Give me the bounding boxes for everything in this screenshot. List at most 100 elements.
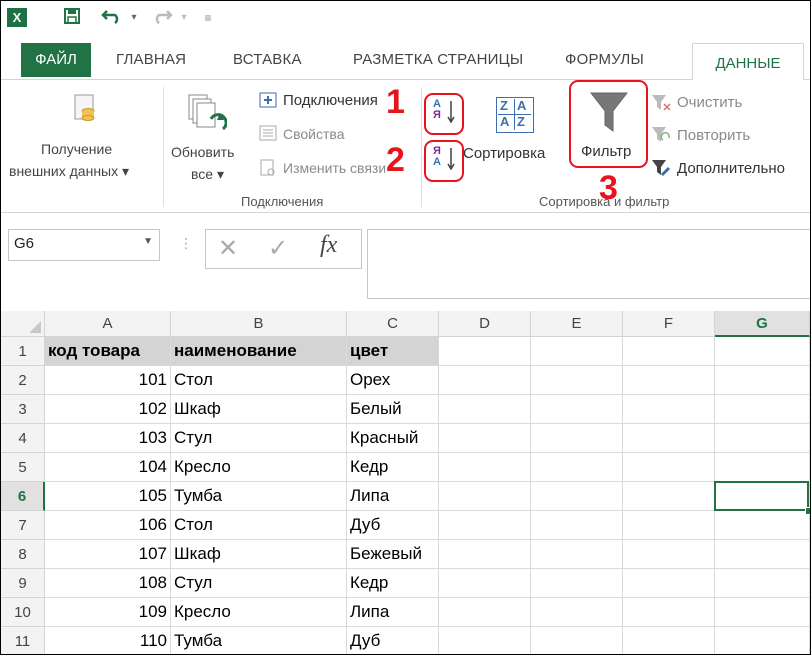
empty-cell[interactable]: [715, 424, 810, 453]
row-header-5[interactable]: 5: [1, 453, 45, 482]
formula-input[interactable]: [367, 229, 810, 299]
empty-cell[interactable]: [531, 569, 623, 598]
color-cell[interactable]: Красный: [347, 424, 439, 453]
properties-button[interactable]: Свойства: [283, 126, 344, 142]
tab-formulas[interactable]: ФОРМУЛЫ: [565, 51, 644, 68]
header-cell-name[interactable]: наименование: [171, 337, 347, 366]
name-box-dropdown-icon[interactable]: ▼: [143, 236, 153, 247]
empty-cell[interactable]: [439, 395, 531, 424]
color-cell[interactable]: Орех: [347, 366, 439, 395]
header-cell-color[interactable]: цвет: [347, 337, 439, 366]
edit-links-button[interactable]: Изменить связи: [283, 160, 385, 176]
empty-cell[interactable]: [623, 424, 715, 453]
insert-function-icon[interactable]: fx: [320, 232, 337, 259]
name-cell[interactable]: Стул: [171, 569, 347, 598]
filter-button[interactable]: Фильтр: [581, 143, 631, 160]
empty-cell[interactable]: [623, 511, 715, 540]
row-header-8[interactable]: 8: [1, 540, 45, 569]
reapply-filter-button[interactable]: Повторить: [677, 127, 750, 144]
empty-cell[interactable]: [531, 395, 623, 424]
save-icon[interactable]: [61, 7, 83, 29]
cell-f1[interactable]: [623, 337, 715, 366]
empty-cell[interactable]: [439, 569, 531, 598]
customize-qat-icon[interactable]: ≡: [197, 7, 219, 29]
refresh-all-label-2[interactable]: все ▾: [191, 166, 224, 183]
cell-e1[interactable]: [531, 337, 623, 366]
code-cell[interactable]: 104: [45, 453, 171, 482]
code-cell[interactable]: 106: [45, 511, 171, 540]
empty-cell[interactable]: [715, 511, 810, 540]
code-cell[interactable]: 107: [45, 540, 171, 569]
row-header-2[interactable]: 2: [1, 366, 45, 395]
tab-page-layout[interactable]: РАЗМЕТКА СТРАНИЦЫ: [353, 51, 523, 68]
redo-icon[interactable]: [151, 7, 173, 29]
name-cell[interactable]: Тумба: [171, 627, 347, 654]
enter-icon[interactable]: ✓: [268, 234, 288, 263]
empty-cell[interactable]: [439, 453, 531, 482]
row-header-4[interactable]: 4: [1, 424, 45, 453]
tab-file[interactable]: ФАЙЛ: [21, 43, 91, 77]
refresh-all-label-1[interactable]: Обновить: [171, 144, 234, 160]
select-all-corner[interactable]: [1, 311, 45, 337]
empty-cell[interactable]: [439, 540, 531, 569]
empty-cell[interactable]: [623, 540, 715, 569]
connections-button[interactable]: Подключения: [283, 92, 378, 109]
name-cell[interactable]: Тумба: [171, 482, 347, 511]
cell-g1[interactable]: [715, 337, 810, 366]
empty-cell[interactable]: [439, 511, 531, 540]
code-cell[interactable]: 102: [45, 395, 171, 424]
empty-cell[interactable]: [439, 482, 531, 511]
code-cell[interactable]: 101: [45, 366, 171, 395]
name-cell[interactable]: Стол: [171, 366, 347, 395]
empty-cell[interactable]: [623, 395, 715, 424]
empty-cell[interactable]: [623, 569, 715, 598]
filter-funnel-icon[interactable]: [589, 91, 629, 138]
undo-dropdown-icon[interactable]: ▾: [123, 7, 145, 29]
empty-cell[interactable]: [531, 453, 623, 482]
color-cell[interactable]: Кедр: [347, 569, 439, 598]
tab-insert[interactable]: ВСТАВКА: [233, 51, 302, 68]
color-cell[interactable]: Липа: [347, 482, 439, 511]
name-cell[interactable]: Кресло: [171, 598, 347, 627]
code-cell[interactable]: 110: [45, 627, 171, 654]
selected-cell-g6[interactable]: [714, 481, 809, 511]
empty-cell[interactable]: [531, 511, 623, 540]
empty-cell[interactable]: [531, 627, 623, 654]
column-header-g[interactable]: G: [715, 311, 810, 337]
color-cell[interactable]: Бежевый: [347, 540, 439, 569]
empty-cell[interactable]: [623, 366, 715, 395]
name-cell[interactable]: Кресло: [171, 453, 347, 482]
color-cell[interactable]: Белый: [347, 395, 439, 424]
cancel-icon[interactable]: ✕: [218, 234, 238, 263]
empty-cell[interactable]: [715, 627, 810, 654]
empty-cell[interactable]: [439, 627, 531, 654]
empty-cell[interactable]: [623, 598, 715, 627]
column-header-f[interactable]: F: [623, 311, 715, 337]
empty-cell[interactable]: [715, 569, 810, 598]
empty-cell[interactable]: [623, 482, 715, 511]
empty-cell[interactable]: [715, 366, 810, 395]
name-cell[interactable]: Стул: [171, 424, 347, 453]
empty-cell[interactable]: [715, 540, 810, 569]
header-cell-code[interactable]: код товара: [45, 337, 171, 366]
empty-cell[interactable]: [531, 540, 623, 569]
excel-icon[interactable]: X: [7, 8, 27, 27]
column-header-c[interactable]: C: [347, 311, 439, 337]
code-cell[interactable]: 105: [45, 482, 171, 511]
row-header-10[interactable]: 10: [1, 598, 45, 627]
color-cell[interactable]: Дуб: [347, 511, 439, 540]
clear-filter-button[interactable]: Очистить: [677, 94, 742, 111]
code-cell[interactable]: 108: [45, 569, 171, 598]
row-header-6[interactable]: 6: [1, 482, 45, 511]
fill-handle[interactable]: [805, 507, 810, 515]
empty-cell[interactable]: [439, 598, 531, 627]
name-cell[interactable]: Стол: [171, 511, 347, 540]
cell-d1[interactable]: [439, 337, 531, 366]
sort-button[interactable]: Сортировка: [463, 145, 545, 162]
empty-cell[interactable]: [531, 366, 623, 395]
empty-cell[interactable]: [439, 366, 531, 395]
sort-dialog-icon[interactable]: Z А А Z: [496, 97, 534, 133]
redo-dropdown-icon[interactable]: ▾: [173, 7, 195, 29]
row-header-7[interactable]: 7: [1, 511, 45, 540]
column-header-e[interactable]: E: [531, 311, 623, 337]
